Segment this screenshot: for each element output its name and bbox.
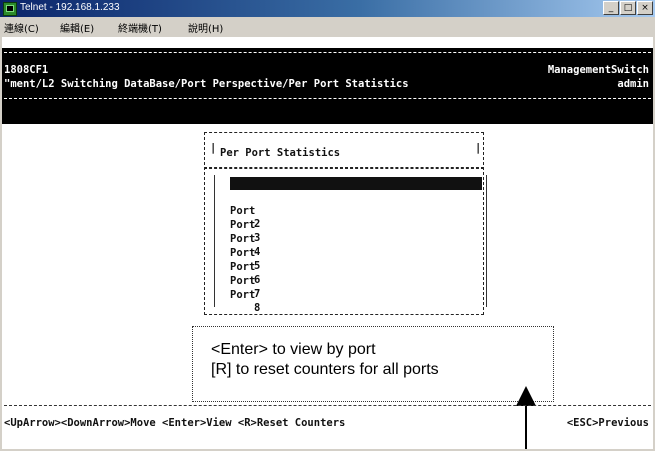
telnet-window: Telnet - 192.168.1.233 _ □ × 連線(C) 編輯(E)… — [0, 0, 655, 451]
window-controls: _ □ × — [603, 1, 653, 15]
callout-line-reset: [R] to reset counters for all ports — [211, 361, 439, 378]
port-list-item-4[interactable]: Port 4 — [230, 220, 482, 258]
port-list-item-8[interactable]: Port 8 — [230, 276, 482, 314]
window-title: Telnet - 192.168.1.233 — [20, 2, 120, 13]
panel-right-border-glyph: | — [475, 142, 482, 154]
menu-help[interactable]: 說明(H) — [188, 20, 223, 35]
close-button[interactable]: × — [637, 1, 653, 15]
terminal-screen[interactable]: 1808CF1 ManagementSwitch "ment/L2 Switch… — [2, 37, 653, 449]
menu-connect[interactable]: 連線(C) — [4, 20, 39, 35]
menu-bar: 連線(C) 編輯(E) 終端機(T) 說明(H) — [0, 17, 655, 36]
current-user: admin — [617, 78, 649, 90]
callout-arrow-shaft — [525, 405, 527, 449]
maximize-button[interactable]: □ — [620, 1, 636, 15]
menu-edit[interactable]: 編輯(E) — [60, 20, 94, 35]
callout-line-enter: <Enter> to view by port — [211, 341, 376, 358]
annotation-callout: <Enter> to view by port [R] to reset cou… — [192, 326, 554, 402]
breadcrumb: "ment/L2 Switching DataBase/Port Perspec… — [4, 78, 409, 90]
device-id: 1808CF1 — [4, 64, 49, 76]
menu-terminal[interactable]: 終端機(T) — [118, 20, 162, 35]
header-divider-bottom — [4, 98, 651, 99]
list-left-border — [214, 175, 215, 307]
title-bar[interactable]: Telnet - 192.168.1.233 _ □ × — [0, 0, 655, 17]
panel-left-border-glyph: | — [210, 142, 217, 154]
list-right-border — [486, 175, 487, 307]
port-list-item-7[interactable]: Port 7 — [230, 262, 482, 300]
panel-divider — [204, 167, 484, 169]
footer-esc-hint: <ESC>Previous — [566, 417, 649, 429]
port-list-item-3[interactable]: Port 3 — [230, 206, 482, 244]
port-list-item-5[interactable]: Port 5 — [230, 234, 482, 272]
terminal-header: 1808CF1 ManagementSwitch "ment/L2 Switch… — [2, 48, 653, 124]
telnet-app-icon — [3, 2, 17, 16]
port-number: 8 — [254, 302, 261, 314]
minimize-button[interactable]: _ — [603, 1, 619, 15]
port-list-item-6[interactable]: Port 6 — [230, 248, 482, 286]
header-divider-top — [4, 52, 651, 53]
footer-key-hints: <UpArrow><DownArrow>Move <Enter>View <R>… — [4, 417, 346, 429]
footer-divider — [4, 405, 651, 406]
callout-arrow-icon — [516, 386, 536, 406]
port-list-item-2[interactable]: Port 2 — [230, 192, 482, 230]
product-name: ManagementSwitch — [547, 64, 649, 76]
port-label: Port — [230, 289, 256, 301]
port-list-item-1[interactable]: Port 1 — [230, 177, 482, 215]
panel-title: Per Port Statistics — [220, 147, 341, 159]
